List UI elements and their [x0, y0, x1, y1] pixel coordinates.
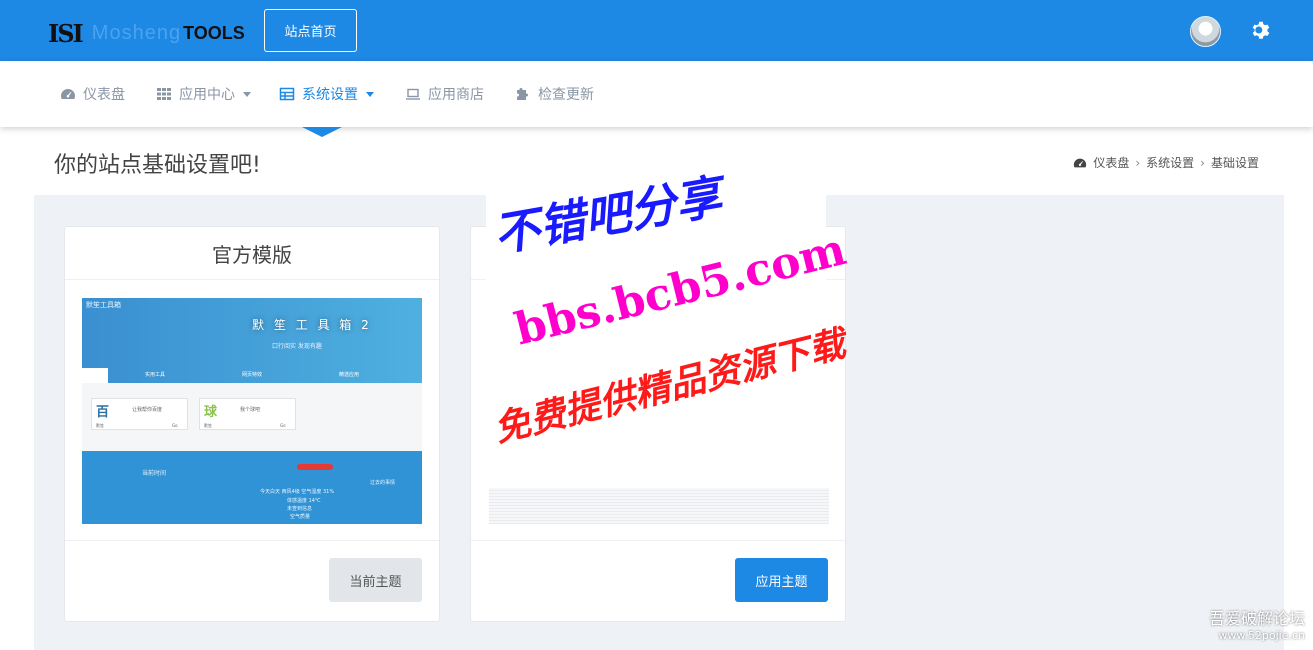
nav-app-center-label: 应用中心	[179, 87, 235, 103]
preview-subtitle: 口行阅实 发现有趣	[272, 343, 322, 350]
top-bar: ISI Mosheng TOOLS 站点首页	[0, 0, 1313, 61]
preview-headline: 默 笙 工 具 箱 2	[252, 318, 372, 332]
page-title: 你的站点基础设置吧!	[54, 153, 261, 178]
nav-dashboard-label: 仪表盘	[83, 87, 125, 103]
preview-box: 百 让我帮你百度 默笙 Go	[91, 398, 188, 430]
logo[interactable]: ISI Mosheng TOOLS	[48, 18, 245, 48]
logo-mark: ISI	[48, 18, 84, 48]
chevron-right-icon: ›	[1200, 155, 1205, 170]
dashboard-icon	[61, 89, 75, 99]
breadcrumb: 仪表盘 › 系统设置 › 基础设置	[1073, 154, 1259, 171]
main-nav: 仪表盘 应用中心 系统设置 应用商店 检查更新	[0, 61, 1313, 127]
active-nav-pointer	[302, 127, 342, 137]
grid-icon	[157, 88, 171, 100]
puzzle-icon	[517, 88, 528, 100]
preview-time: 当前时间	[142, 470, 167, 477]
chevron-down-icon	[366, 91, 374, 97]
nav-app-store-label: 应用商店	[428, 87, 484, 103]
theme-card-official: 官方模版 默笙工具箱 默 笙 工 具 箱 2 口行阅实 发现有趣 实用工具 网页…	[64, 226, 440, 622]
logo-text-tools: TOOLS	[183, 22, 245, 43]
site-home-button[interactable]: 站点首页	[264, 9, 357, 52]
preview-tab: 实用工具	[145, 372, 166, 378]
nav-app-center[interactable]: 应用中心	[156, 61, 251, 127]
nav-check-update-label: 检查更新	[538, 87, 594, 103]
preview-tab: 网页特效	[242, 372, 263, 378]
nav-check-update[interactable]: 检查更新	[515, 61, 594, 127]
theme-preview-image: 默笙工具箱 默 笙 工 具 箱 2 口行阅实 发现有趣 实用工具 网页特效 精选…	[82, 298, 422, 524]
breadcrumb-item[interactable]: 系统设置	[1146, 154, 1194, 171]
chevron-right-icon: ›	[1135, 155, 1141, 170]
corner-watermark: 吾爱破解论坛 www.52pojie.cn	[1208, 609, 1305, 642]
nav-system-settings-label: 系统设置	[302, 87, 358, 103]
breadcrumb-item: 基础设置	[1210, 156, 1259, 170]
card-footer: 应用主题	[471, 540, 845, 621]
dashboard-icon	[1074, 158, 1087, 167]
current-theme-button[interactable]: 当前主题	[329, 558, 422, 602]
user-avatar[interactable]	[1190, 16, 1221, 47]
card-footer: 当前主题	[65, 540, 439, 621]
gear-icon[interactable]	[1248, 18, 1272, 42]
nav-app-store[interactable]: 应用商店	[405, 61, 484, 127]
apply-theme-button[interactable]: 应用主题	[735, 558, 828, 602]
breadcrumb-item[interactable]: 仪表盘	[1093, 154, 1129, 171]
preview-box: 球 我个球吧 默笙 Go	[199, 398, 296, 430]
card-title: 官方模版	[65, 227, 439, 280]
logo-text-mosheng: Mosheng	[91, 21, 182, 44]
preview-brand: 默笙工具箱	[86, 301, 121, 309]
chevron-down-icon	[243, 91, 251, 97]
laptop-icon	[406, 88, 420, 100]
table-icon	[279, 87, 295, 101]
preview-tab: 精选应用	[339, 372, 360, 378]
nav-dashboard[interactable]: 仪表盘	[60, 61, 125, 127]
nav-system-settings[interactable]: 系统设置	[279, 61, 374, 127]
preview-weather: 今天白天 西风4级 空气湿度 31%	[260, 489, 335, 495]
